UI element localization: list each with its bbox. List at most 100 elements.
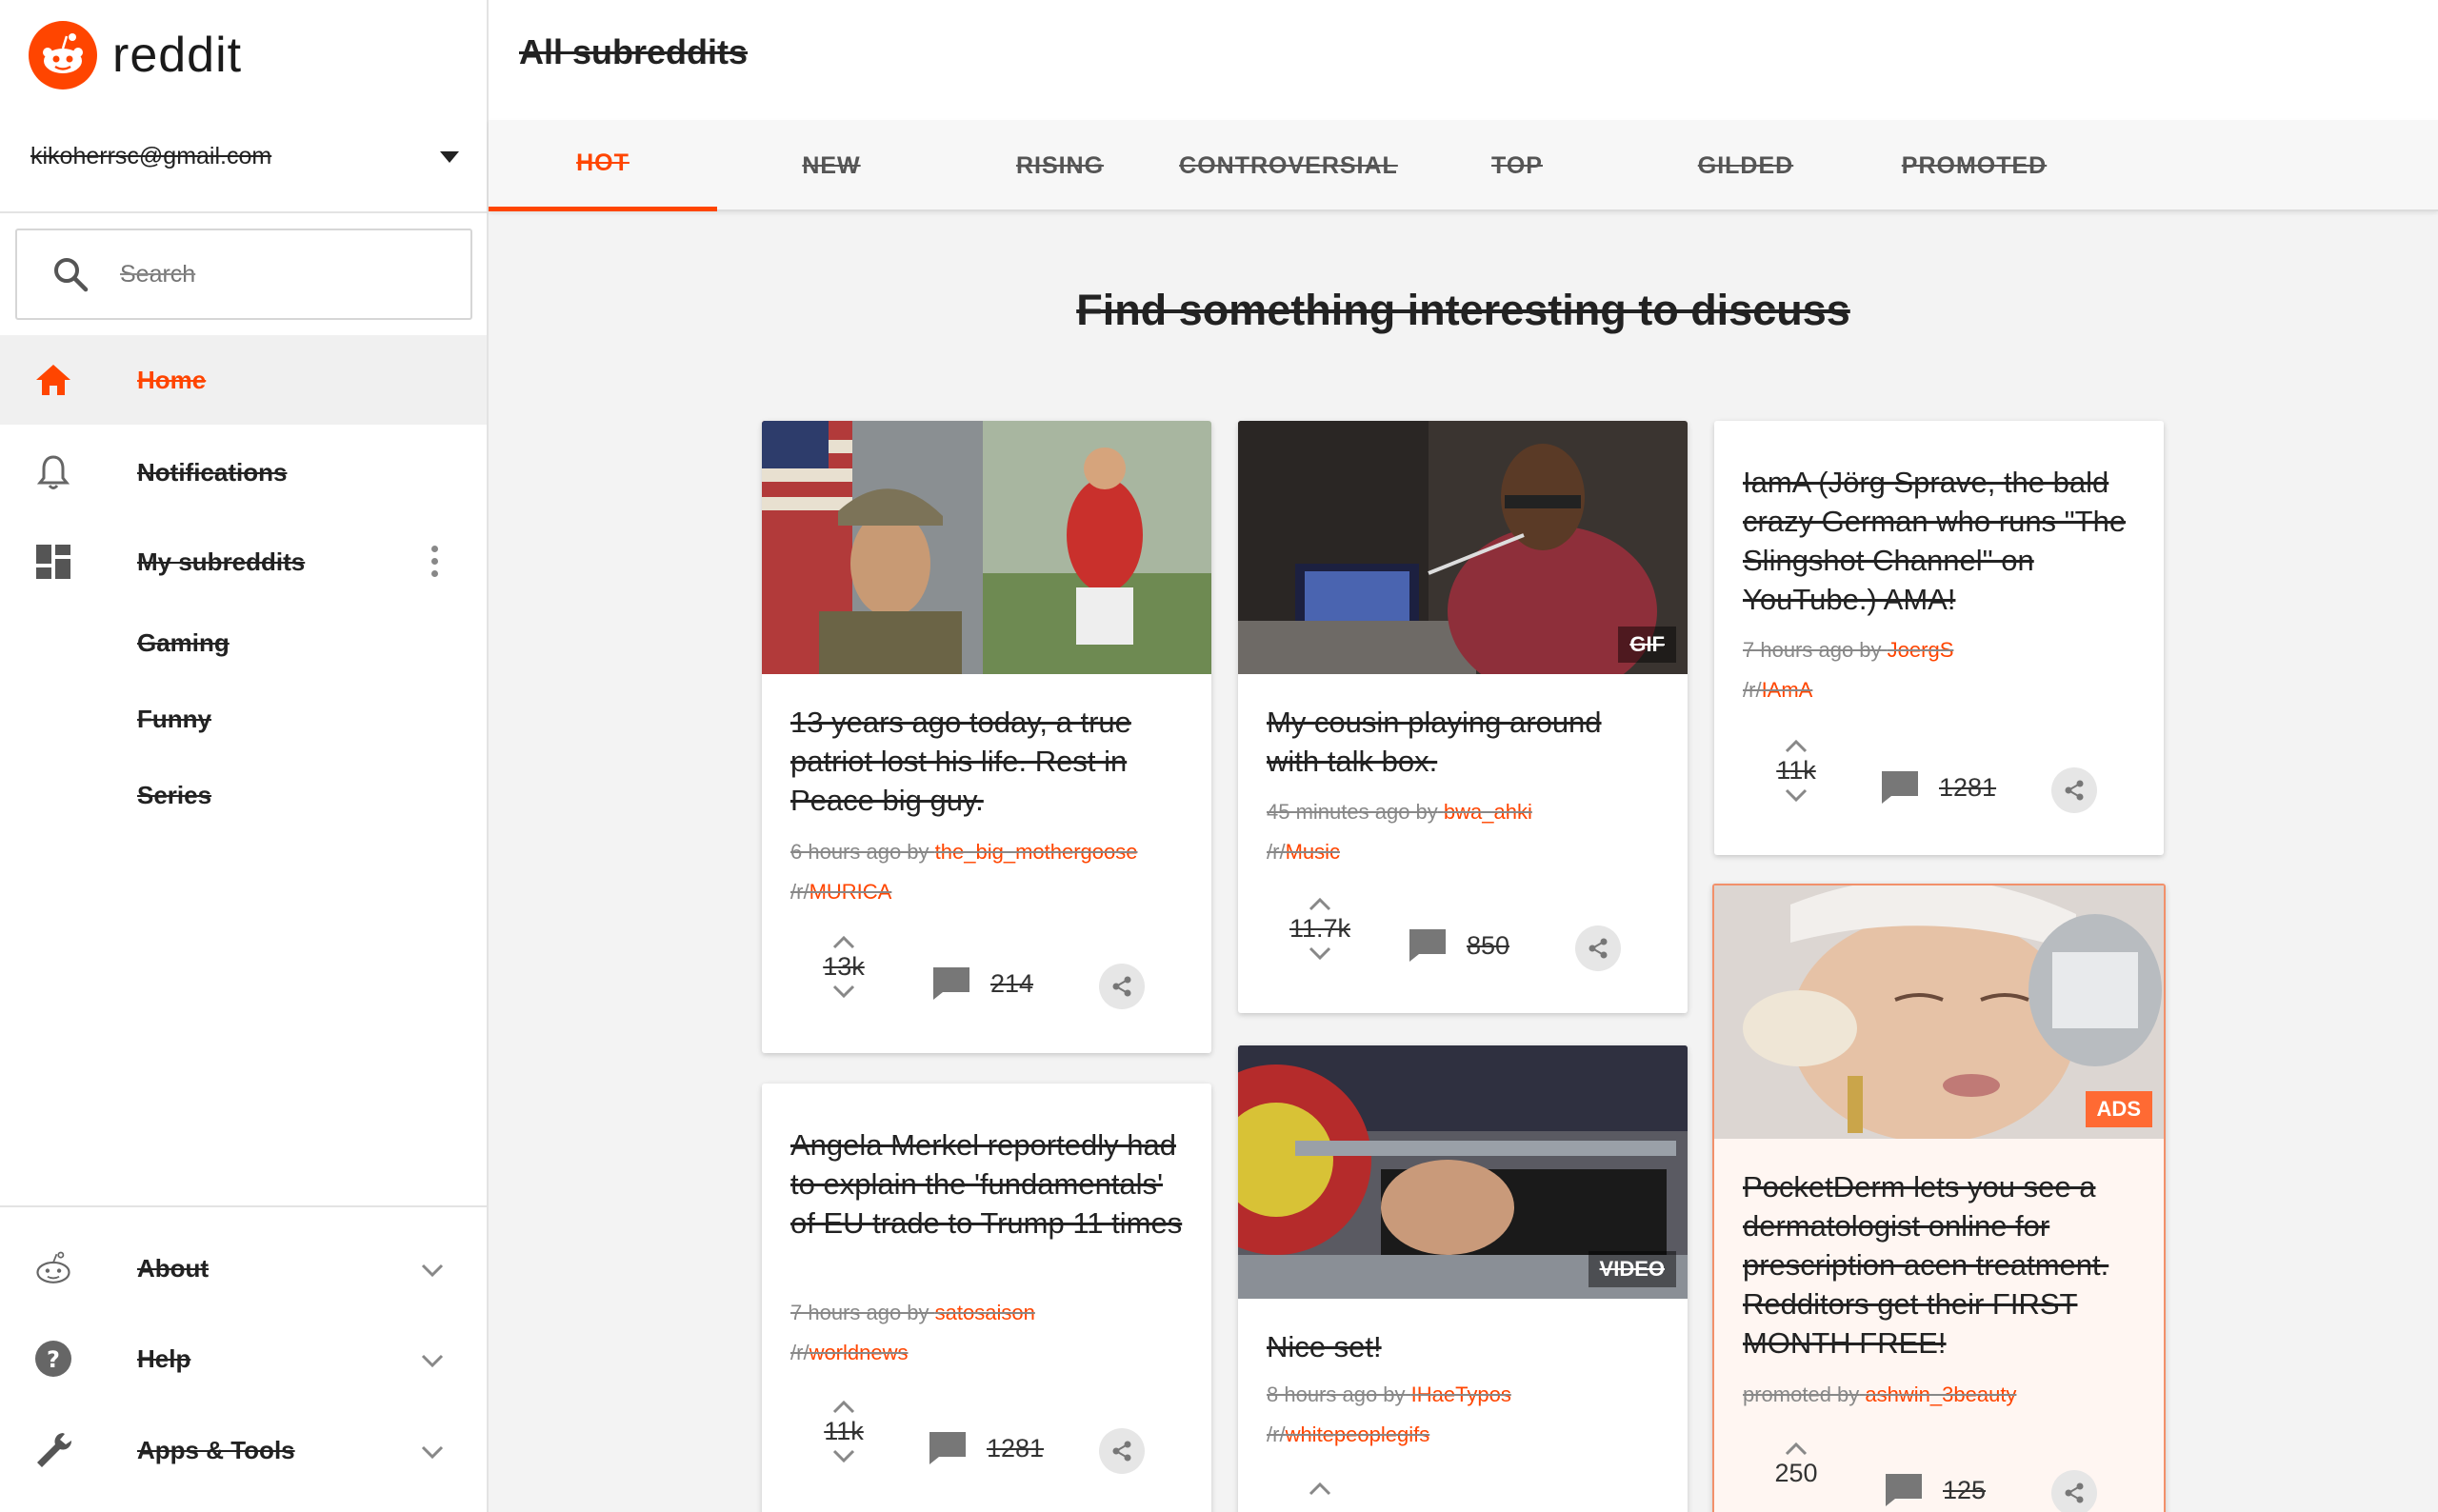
brand-name: reddit xyxy=(112,28,243,83)
subreddit-prefix: /r/ xyxy=(1743,678,1762,702)
subreddit-link-funny[interactable]: Funny xyxy=(137,705,211,734)
post-author[interactable]: ashwin_3beauty xyxy=(1865,1383,2016,1406)
downvote-icon[interactable] xyxy=(831,1448,856,1463)
tab-new[interactable]: NEW xyxy=(717,120,946,211)
subreddit-link[interactable]: MURICA xyxy=(809,880,892,904)
subreddit-prefix: /r/ xyxy=(1267,1422,1286,1446)
upvote-icon[interactable] xyxy=(1308,1482,1332,1497)
subreddit-link[interactable]: whitepeoplegifs xyxy=(1286,1422,1430,1446)
subreddit-link[interactable]: worldnews xyxy=(809,1341,909,1364)
post-card[interactable]: GIF My cousin playing around with talk b… xyxy=(1238,421,1688,1013)
post-title[interactable]: Nice set! xyxy=(1267,1327,1659,1366)
more-vert-icon[interactable] xyxy=(431,546,439,583)
downvote-icon[interactable] xyxy=(1784,787,1809,803)
tab-hot[interactable]: HOT xyxy=(489,120,717,211)
feed-headline: Find something interesting to discuss xyxy=(1076,286,1850,334)
upvote-icon[interactable] xyxy=(1784,739,1809,754)
post-card[interactable]: VIDEO Nice set! 8 hours ago by IHaeTypos… xyxy=(1238,1045,1688,1512)
vote-count: 11k xyxy=(824,1417,864,1445)
comments-button[interactable]: 850 xyxy=(1408,927,1509,964)
post-thumbnail[interactable] xyxy=(762,421,1211,674)
comments-button[interactable]: 214 xyxy=(931,965,1033,1002)
post-card[interactable]: 13 years ago today, a true patriot lost … xyxy=(762,421,1211,1053)
post-title[interactable]: Angela Merkel reportedly had to explain … xyxy=(790,1125,1183,1243)
upvote-icon[interactable] xyxy=(1308,897,1332,912)
search-icon xyxy=(54,258,89,292)
share-button[interactable] xyxy=(2051,1470,2097,1512)
sidebar-item-about[interactable]: About xyxy=(0,1224,487,1313)
share-icon xyxy=(1112,1441,1131,1462)
post-title[interactable]: 13 years ago today, a true patriot lost … xyxy=(790,703,1183,820)
sidebar-item-label: Help xyxy=(137,1343,191,1373)
post-author[interactable]: bwa_ahki xyxy=(1444,800,1532,824)
search-box[interactable] xyxy=(15,229,472,320)
tab-rising[interactable]: RISING xyxy=(946,120,1174,211)
post-meta: 45 minutes ago by bwa_ahki xyxy=(1267,800,1532,825)
upvote-icon[interactable] xyxy=(831,935,856,950)
sidebar-item-home[interactable]: Home xyxy=(0,335,487,425)
ads-badge: ADS xyxy=(2085,1091,2152,1127)
post-author[interactable]: IHaeTypos xyxy=(1411,1383,1511,1406)
reddit-logo[interactable]: reddit xyxy=(29,21,242,90)
vote-widget xyxy=(1282,1482,1358,1497)
sidebar-item-notifications[interactable]: Notifications xyxy=(0,428,487,517)
vote-widget: 11k xyxy=(806,1400,882,1463)
comments-button[interactable]: 125 xyxy=(1884,1472,1986,1508)
sidebar-item-my-subreddits[interactable]: My subreddits xyxy=(0,517,487,607)
sidebar-item-label: My subreddits xyxy=(137,547,306,576)
post-thumbnail[interactable]: ADS xyxy=(1714,885,2164,1143)
upvote-icon[interactable] xyxy=(831,1400,856,1415)
share-button[interactable] xyxy=(1099,1428,1145,1474)
media-type-badge: VIDEO xyxy=(1588,1251,1676,1287)
tab-gilded[interactable]: GILDED xyxy=(1631,120,1860,211)
search-input[interactable] xyxy=(120,260,425,288)
comment-count: 125 xyxy=(1943,1475,1987,1504)
share-button[interactable] xyxy=(2051,767,2097,813)
promoted-post-card[interactable]: ADS PocketDerm lets you see a dermatolog… xyxy=(1712,884,2166,1512)
divider xyxy=(0,211,487,213)
subreddit-link[interactable]: IAmA xyxy=(1762,678,1813,702)
upvote-icon[interactable] xyxy=(1784,1442,1809,1457)
account-email: kikoherrsc@gmail.com xyxy=(30,143,272,169)
bell-icon xyxy=(34,453,72,491)
chevron-down-icon xyxy=(421,1445,444,1460)
post-title[interactable]: My cousin playing around with talk box. xyxy=(1267,703,1659,781)
downvote-icon[interactable] xyxy=(831,984,856,999)
svg-text:?: ? xyxy=(47,1346,60,1373)
post-meta: 8 hours ago by IHaeTypos xyxy=(1267,1383,1511,1407)
wrench-icon xyxy=(34,1431,72,1469)
sidebar-item-help[interactable]: ? Help xyxy=(0,1314,487,1403)
sidebar-item-label: About xyxy=(137,1253,210,1283)
post-thumbnail[interactable]: VIDEO xyxy=(1238,1045,1688,1299)
sidebar-item-label: Apps & Tools xyxy=(137,1435,295,1464)
comments-button[interactable]: 1281 xyxy=(1880,769,1996,806)
post-title[interactable]: IamA (Jörg Sprave, the bald crazy German… xyxy=(1743,463,2135,619)
share-icon xyxy=(2065,1482,2084,1503)
vote-count: 13k xyxy=(823,952,865,981)
post-author[interactable]: satosaison xyxy=(935,1301,1035,1324)
sidebar: reddit kikoherrsc@gmail.com Home Notific… xyxy=(0,0,489,1512)
share-button[interactable] xyxy=(1575,925,1621,971)
comments-button[interactable]: 1281 xyxy=(928,1430,1044,1466)
tab-controversial[interactable]: CONTROVERSIAL xyxy=(1174,120,1403,211)
downvote-icon[interactable] xyxy=(1308,945,1332,961)
post-card[interactable]: Angela Merkel reportedly had to explain … xyxy=(762,1084,1211,1512)
post-card[interactable]: IamA (Jörg Sprave, the bald crazy German… xyxy=(1714,421,2164,855)
post-subreddit: /r/Music xyxy=(1267,840,1340,865)
subreddit-link-gaming[interactable]: Gaming xyxy=(137,628,230,658)
account-switcher[interactable]: kikoherrsc@gmail.com xyxy=(30,143,459,170)
post-age: 7 hours ago by xyxy=(1743,638,1882,662)
chevron-down-icon xyxy=(421,1354,444,1368)
post-thumbnail[interactable]: GIF xyxy=(1238,421,1688,697)
tab-top[interactable]: TOP xyxy=(1403,120,1631,211)
post-author[interactable]: JoergS xyxy=(1888,638,1954,662)
share-icon xyxy=(1112,976,1131,997)
post-title[interactable]: PocketDerm lets you see a dermatologist … xyxy=(1743,1167,2135,1363)
sidebar-item-apps-tools[interactable]: Apps & Tools xyxy=(0,1405,487,1495)
subreddit-link-series[interactable]: Series xyxy=(137,781,211,810)
subreddit-link[interactable]: Music xyxy=(1286,840,1340,864)
post-meta: 7 hours ago by JoergS xyxy=(1743,638,1953,663)
tab-promoted[interactable]: PROMOTED xyxy=(1860,120,2088,211)
share-button[interactable] xyxy=(1099,964,1145,1009)
post-author[interactable]: the_big_mothergoose xyxy=(935,840,1138,864)
